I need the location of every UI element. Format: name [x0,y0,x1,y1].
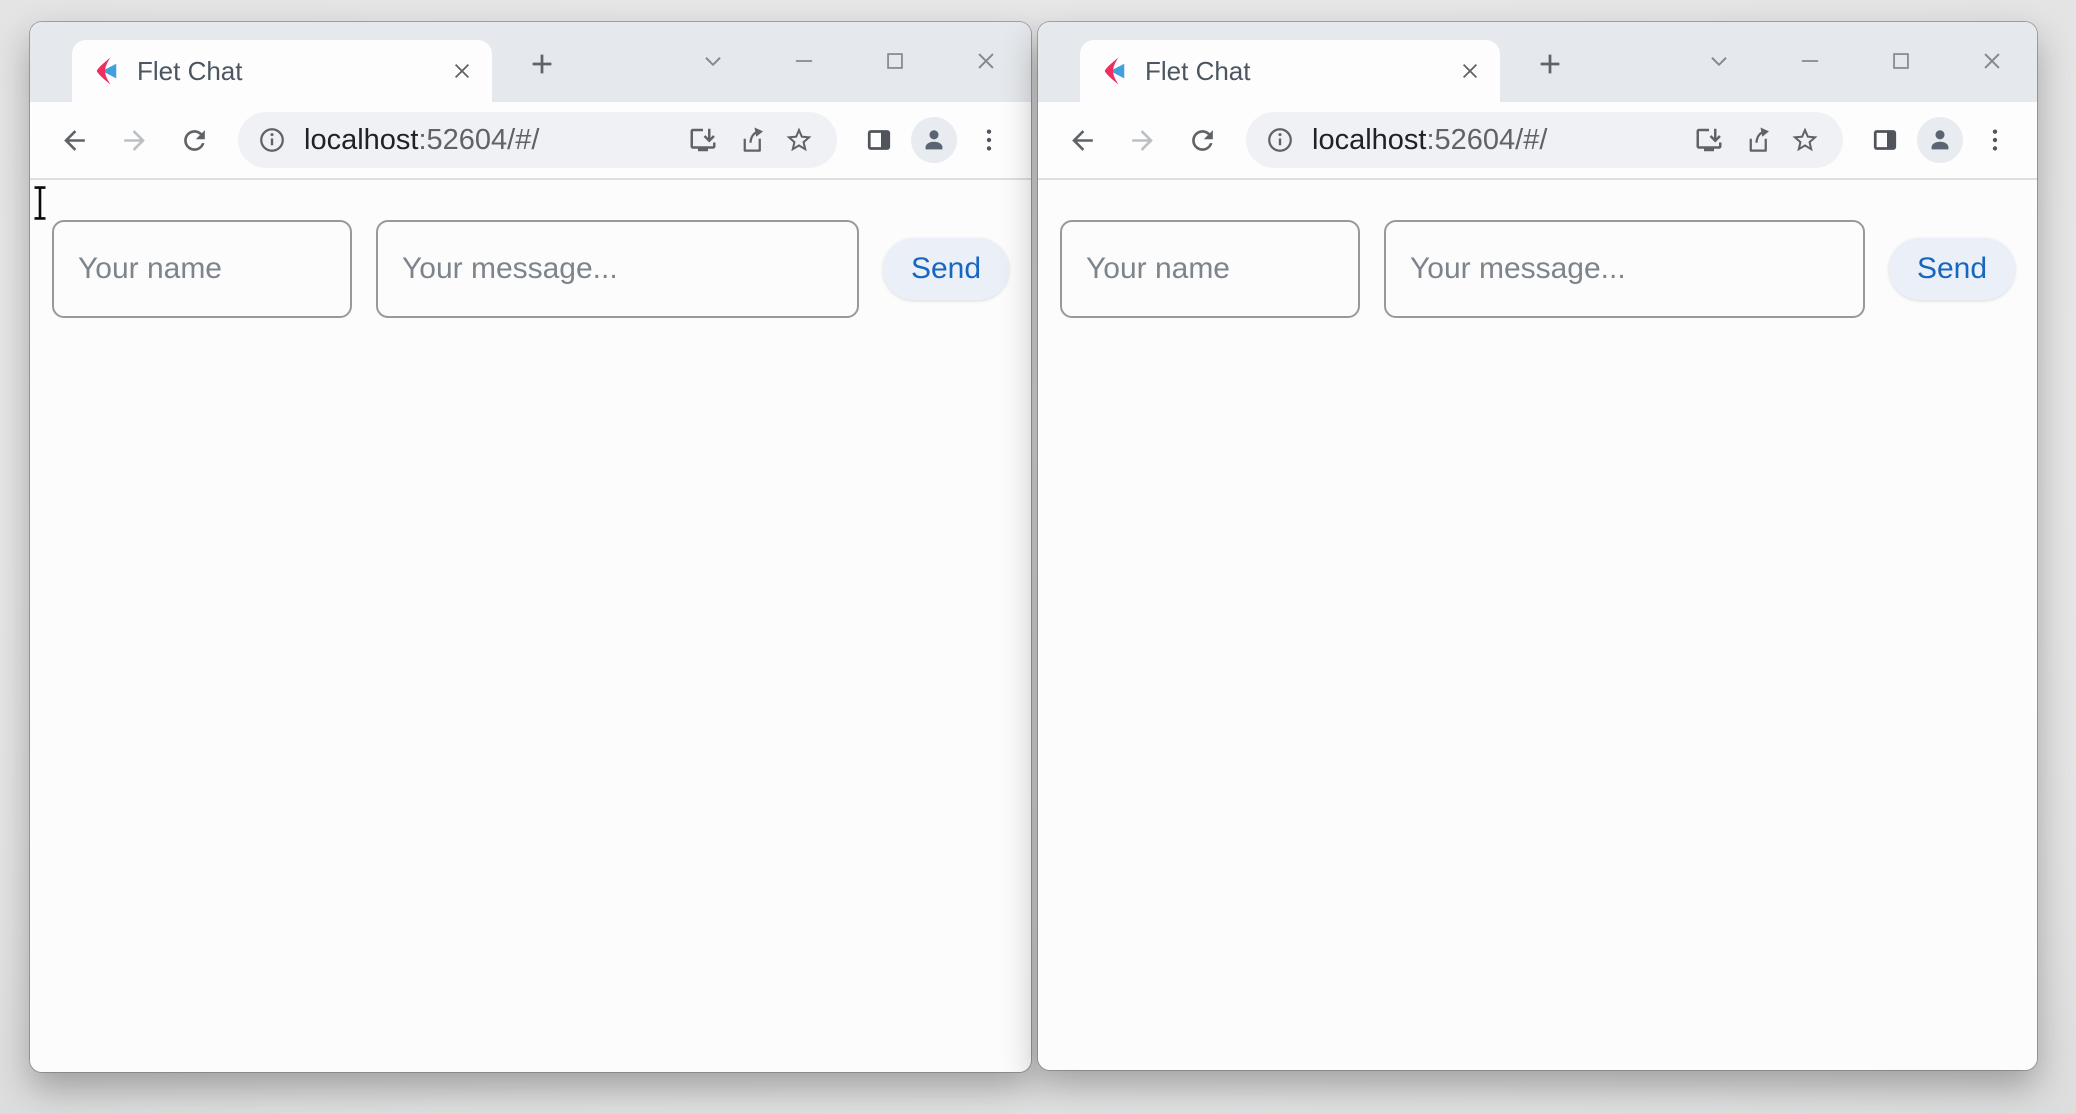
info-icon [257,125,287,155]
name-input[interactable] [52,220,352,318]
reload-button[interactable] [168,114,220,166]
page-content: Send [30,180,1031,1072]
maximize-button[interactable] [1878,38,1924,84]
tab-flet-chat[interactable]: Flet Chat [1080,40,1500,102]
side-panel-icon [864,125,894,155]
maximize-button[interactable] [872,38,918,84]
url-host: localhost [1312,124,1426,156]
forward-button[interactable] [1116,114,1168,166]
close-icon [1979,48,2005,74]
menu-button[interactable] [965,116,1013,164]
plus-icon [527,49,557,79]
arrow-right-icon [1127,125,1158,156]
new-tab-button[interactable] [520,42,564,86]
share-icon [736,125,766,155]
forward-button[interactable] [108,114,160,166]
share-icon [1742,125,1772,155]
browser-window-right: Flet Chat localhost:52604/#/ Send [1038,22,2037,1070]
info-icon [1265,125,1295,155]
close-icon [1458,59,1482,83]
chevron-down-icon [1706,48,1732,74]
desktop: { "brand": { "flet_pink": "#ED2E5E", "fl… [0,0,2076,1114]
install-app-button[interactable] [679,116,727,164]
tab-close-button[interactable] [444,53,480,89]
person-icon [918,124,950,156]
minimize-button[interactable] [1787,38,1833,84]
maximize-icon [882,48,908,74]
chat-form: Send [30,180,1031,318]
back-button[interactable] [48,114,100,166]
site-info-button[interactable] [1258,118,1302,162]
monitor-download-icon [688,125,718,155]
browser-toolbar: localhost:52604/#/ [30,102,1031,180]
menu-button[interactable] [1971,116,2019,164]
monitor-download-icon [1694,125,1724,155]
window-close-button[interactable] [1969,38,2015,84]
new-tab-button[interactable] [1528,42,1572,86]
side-panel-icon [1870,125,1900,155]
browser-window-left: Flet Chat localhost:52604/#/ [30,22,1031,1072]
kebab-menu-icon [1980,125,2010,155]
window-controls [1696,38,2015,84]
install-app-button[interactable] [1685,116,1733,164]
profile-button[interactable] [1917,117,1963,163]
minimize-icon [1797,48,1823,74]
address-bar[interactable]: localhost:52604/#/ [1246,112,1843,168]
reload-icon [1187,125,1218,156]
send-button[interactable]: Send [1889,238,2015,300]
address-bar[interactable]: localhost:52604/#/ [238,112,837,168]
chat-form: Send [1038,180,2037,318]
url-text[interactable]: localhost:52604/#/ [304,124,679,157]
minimize-button[interactable] [781,38,827,84]
close-icon [973,48,999,74]
side-panel-button[interactable] [1861,116,1909,164]
minimize-icon [791,48,817,74]
arrow-right-icon [119,125,150,156]
tab-close-button[interactable] [1452,53,1488,89]
side-panel-button[interactable] [855,116,903,164]
reload-button[interactable] [1176,114,1228,166]
browser-toolbar: localhost:52604/#/ [1038,102,2037,180]
tab-title: Flet Chat [1145,56,1452,87]
chevron-down-icon [700,48,726,74]
tab-title: Flet Chat [137,56,444,87]
arrow-left-icon [59,125,90,156]
share-button[interactable] [1733,116,1781,164]
star-icon [1790,125,1820,155]
name-input[interactable] [1060,220,1360,318]
bookmark-button[interactable] [1781,116,1829,164]
url-host: localhost [304,124,418,156]
text-cursor-ibeam [31,185,49,221]
flet-logo-icon [90,56,120,86]
tab-strip: Flet Chat [1038,22,2037,102]
tab-strip: Flet Chat [30,22,1031,102]
message-input[interactable] [1384,220,1865,318]
back-button[interactable] [1056,114,1108,166]
kebab-menu-icon [974,125,1004,155]
share-button[interactable] [727,116,775,164]
flet-logo-icon [1098,56,1128,86]
site-info-button[interactable] [250,118,294,162]
bookmark-button[interactable] [775,116,823,164]
plus-icon [1535,49,1565,79]
close-icon [450,59,474,83]
tab-flet-chat[interactable]: Flet Chat [72,40,492,102]
tab-search-button[interactable] [1696,38,1742,84]
message-input[interactable] [376,220,859,318]
arrow-left-icon [1067,125,1098,156]
person-icon [1924,124,1956,156]
url-text[interactable]: localhost:52604/#/ [1312,124,1685,157]
window-close-button[interactable] [963,38,1009,84]
maximize-icon [1888,48,1914,74]
send-button[interactable]: Send [883,238,1009,300]
profile-button[interactable] [911,117,957,163]
page-content: Send [1038,180,2037,1070]
url-path: :52604/#/ [418,124,539,156]
reload-icon [179,125,210,156]
star-icon [784,125,814,155]
url-path: :52604/#/ [1426,124,1547,156]
window-controls [690,38,1009,84]
tab-search-button[interactable] [690,38,736,84]
